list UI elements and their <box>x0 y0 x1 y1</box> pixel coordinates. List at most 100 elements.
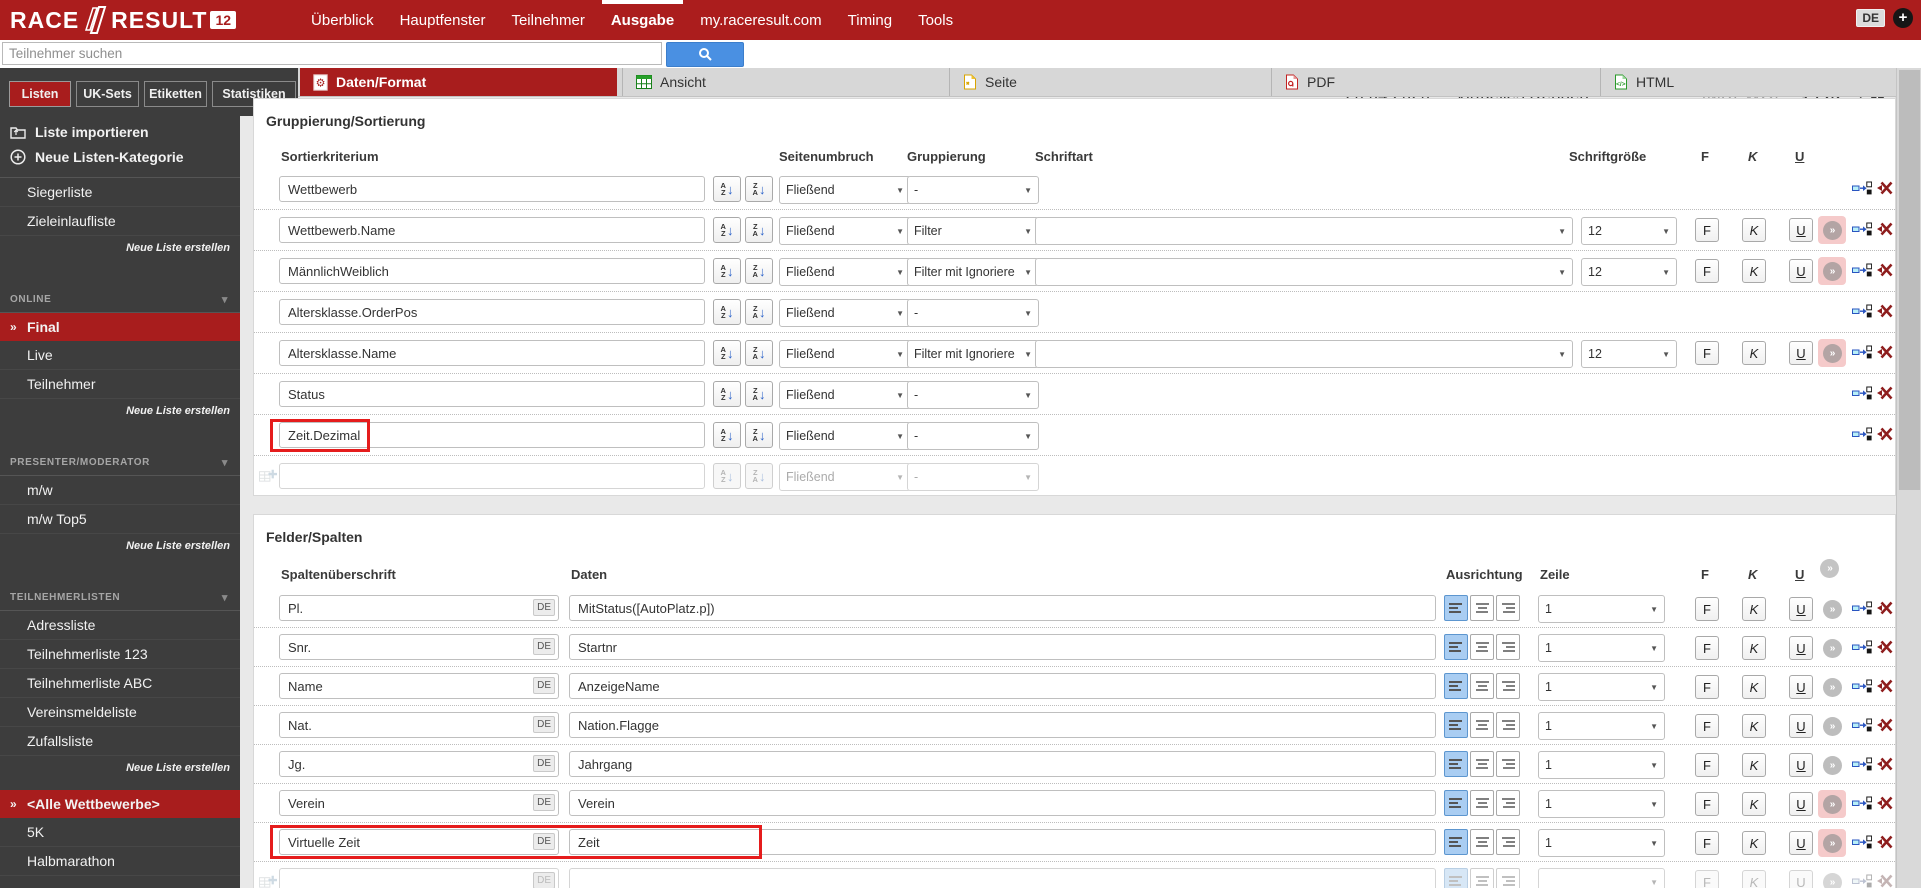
new-list-link[interactable]: Neue Liste erstellen <box>0 399 240 423</box>
underline-button[interactable]: U <box>1789 675 1813 699</box>
sidebar-item-adressliste[interactable]: Adressliste <box>0 611 240 640</box>
language-badge[interactable]: DE <box>533 872 555 888</box>
align-center-button[interactable] <box>1470 868 1494 888</box>
sidebar-item-vereinsmeldeliste[interactable]: Vereinsmeldeliste <box>0 698 240 727</box>
insert-row-icon[interactable] <box>1852 601 1872 616</box>
language-badge[interactable]: DE <box>1856 9 1885 27</box>
new-list-link[interactable]: Neue Liste erstellen <box>0 756 240 780</box>
insert-row-icon[interactable] <box>1852 718 1872 733</box>
data-expression-input[interactable] <box>569 712 1436 738</box>
bold-button[interactable]: F <box>1695 675 1719 699</box>
sidebar-tab-uk-sets[interactable]: UK-Sets <box>76 81 139 107</box>
align-left-button[interactable] <box>1444 595 1468 621</box>
add-row-icon[interactable] <box>259 873 277 888</box>
sidebar-tab-listen[interactable]: Listen <box>9 81 71 107</box>
italic-button[interactable]: K <box>1742 753 1766 777</box>
data-expression-input[interactable] <box>569 829 1436 855</box>
align-left-button[interactable] <box>1444 829 1468 855</box>
font-size-select[interactable]: 12 ▼ <box>1581 340 1677 368</box>
add-window-button[interactable]: + <box>1893 8 1913 28</box>
align-right-button[interactable] <box>1496 634 1520 660</box>
italic-button[interactable]: K <box>1742 870 1766 888</box>
language-badge[interactable]: DE <box>533 716 555 733</box>
delete-row-icon[interactable] <box>1876 427 1893 441</box>
sidebar-item-teilnehmer[interactable]: Teilnehmer <box>0 370 240 399</box>
align-left-button[interactable] <box>1444 673 1468 699</box>
nav-item-hauptfenster[interactable]: Hauptfenster <box>387 0 499 40</box>
italic-button[interactable]: K <box>1742 792 1766 816</box>
section-header-presenter-moderator[interactable]: PRESENTER/MODERATOR ▾ <box>0 449 240 476</box>
sidebar-item-teilnehmerliste-abc[interactable]: Teilnehmerliste ABC <box>0 669 240 698</box>
sort-ascending-button[interactable]: A Z ↓ <box>713 217 741 243</box>
grouping-select[interactable]: - ▼ <box>907 422 1039 450</box>
underline-button[interactable]: U <box>1789 597 1813 621</box>
nav-item-ueberblick[interactable]: Überblick <box>298 0 387 40</box>
delete-row-icon[interactable] <box>1876 718 1893 732</box>
column-title-input[interactable] <box>279 790 559 816</box>
insert-row-icon[interactable] <box>1852 679 1872 694</box>
grouping-select[interactable]: Filter ▼ <box>907 217 1039 245</box>
sort-descending-button[interactable]: Z A ↓ <box>745 258 773 284</box>
italic-button[interactable]: K <box>1742 636 1766 660</box>
insert-row-icon[interactable] <box>1852 345 1872 360</box>
underline-button[interactable]: U <box>1789 218 1813 242</box>
sort-criterion-input[interactable] <box>279 422 705 448</box>
align-center-button[interactable] <box>1470 712 1494 738</box>
import-list-action[interactable]: Liste importieren <box>0 119 240 144</box>
pagebreak-select[interactable]: Fließend ▼ <box>779 176 911 204</box>
pagebreak-select[interactable]: Fließend ▼ <box>779 217 911 245</box>
line-select[interactable]: 1 ▼ <box>1538 634 1665 662</box>
language-badge[interactable]: DE <box>533 677 555 694</box>
nav-item-timing[interactable]: Timing <box>835 0 905 40</box>
vertical-scrollbar[interactable] <box>1896 68 1921 888</box>
insert-row-icon[interactable] <box>1852 874 1872 888</box>
align-right-button[interactable] <box>1496 673 1520 699</box>
column-title-input[interactable] <box>279 868 559 888</box>
line-select[interactable]: 1 ▼ <box>1538 673 1665 701</box>
underline-button[interactable]: U <box>1789 714 1813 738</box>
tab-daten-format[interactable]: ⚙ Daten/Format <box>300 68 617 96</box>
grouping-select[interactable]: - ▼ <box>907 381 1039 409</box>
bold-button[interactable]: F <box>1695 831 1719 855</box>
pagebreak-select[interactable]: Fließend ▼ <box>779 381 911 409</box>
align-right-button[interactable] <box>1496 712 1520 738</box>
bold-button[interactable]: F <box>1695 218 1719 242</box>
align-right-button[interactable] <box>1496 751 1520 777</box>
delete-row-icon[interactable] <box>1876 835 1893 849</box>
italic-button[interactable]: K <box>1742 597 1766 621</box>
pagebreak-select[interactable]: Fließend ▼ <box>779 299 911 327</box>
align-center-button[interactable] <box>1470 595 1494 621</box>
align-center-button[interactable] <box>1470 673 1494 699</box>
tab-html[interactable]: </> HTML <box>1600 68 1896 96</box>
delete-row-icon[interactable] <box>1876 222 1893 236</box>
sidebar-item-5k[interactable]: 5K <box>0 818 240 847</box>
online-visibility-toggle-icon[interactable]: » <box>1818 673 1846 701</box>
column-title-input[interactable] <box>279 829 559 855</box>
sidebar-item-zieleinlaufliste[interactable]: Zieleinlaufliste <box>0 207 240 236</box>
align-left-button[interactable] <box>1444 751 1468 777</box>
language-badge[interactable]: DE <box>533 794 555 811</box>
sort-criterion-input[interactable] <box>279 381 705 407</box>
sidebar-item-siegerliste[interactable]: Siegerliste <box>0 178 240 207</box>
data-expression-input[interactable] <box>569 868 1436 888</box>
sort-descending-button[interactable]: Z A ↓ <box>745 299 773 325</box>
sidebar-item-mw-top5[interactable]: m/w Top5 <box>0 505 240 534</box>
delete-row-icon[interactable] <box>1876 345 1893 359</box>
nav-item-myraceresult[interactable]: my.raceresult.com <box>687 0 834 40</box>
online-visibility-toggle-icon[interactable]: » <box>1818 339 1846 367</box>
pagebreak-select[interactable]: Fließend ▼ <box>779 258 911 286</box>
sort-criterion-input[interactable] <box>279 217 705 243</box>
language-badge[interactable]: DE <box>533 833 555 850</box>
online-visibility-toggle-icon[interactable]: » <box>1818 829 1846 857</box>
column-title-input[interactable] <box>279 673 559 699</box>
align-left-button[interactable] <box>1444 868 1468 888</box>
line-select[interactable]: 1 ▼ <box>1538 712 1665 740</box>
delete-row-icon[interactable] <box>1876 679 1893 693</box>
new-list-link[interactable]: Neue Liste erstellen <box>0 534 240 558</box>
column-title-input[interactable] <box>279 751 559 777</box>
sort-descending-button[interactable]: Z A ↓ <box>745 176 773 202</box>
online-visibility-toggle-icon[interactable]: » <box>1818 868 1846 888</box>
line-select[interactable]: 1 ▼ <box>1538 751 1665 779</box>
align-right-button[interactable] <box>1496 868 1520 888</box>
grouping-select[interactable]: Filter mit Ignoriere ▼ <box>907 340 1039 368</box>
